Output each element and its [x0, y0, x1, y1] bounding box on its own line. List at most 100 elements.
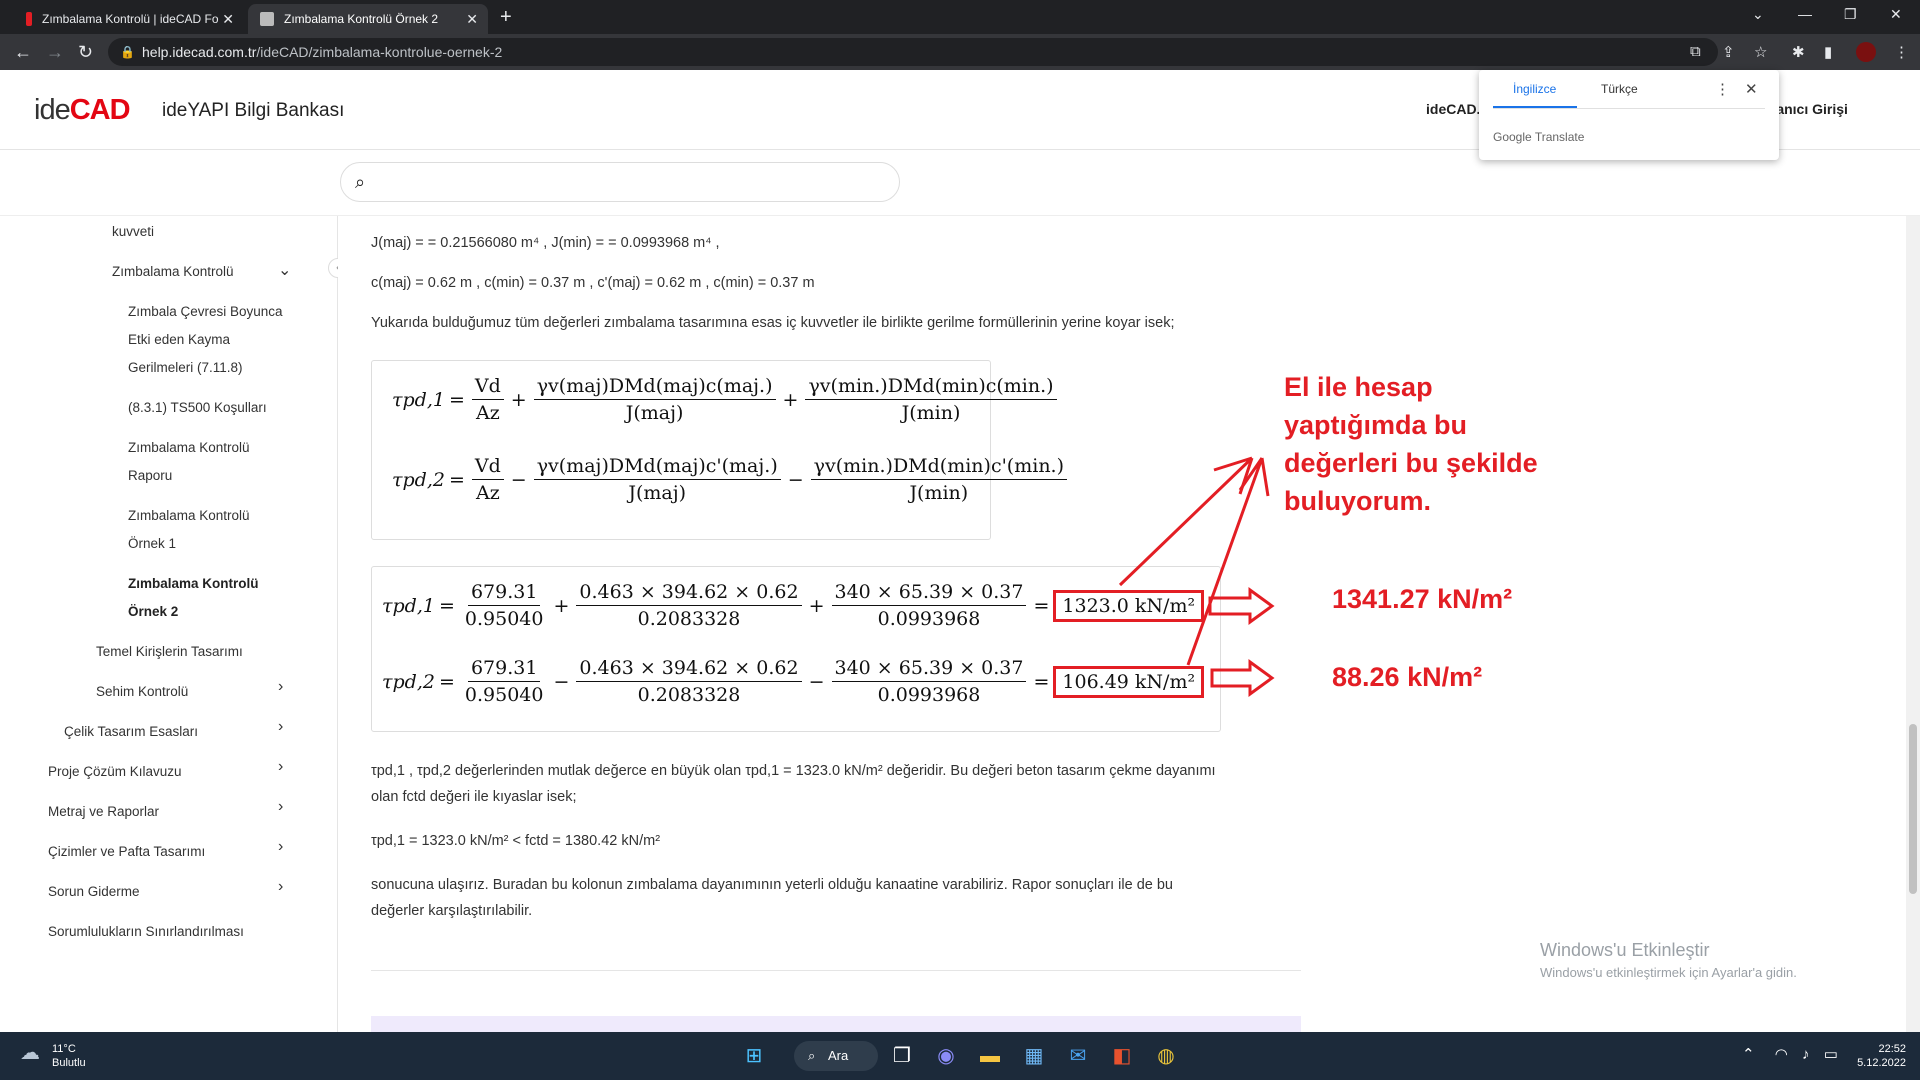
sidebar-item[interactable]: Zımbalama Kontrolü [128, 502, 250, 530]
bookmark-star-icon[interactable]: ☆ [1754, 43, 1767, 61]
sidebar-item-active[interactable]: Zımbalama Kontrolü [128, 570, 259, 598]
sidebar-item[interactable]: Sorumlulukların Sınırlandırılması [48, 918, 244, 946]
chrome-icon[interactable]: ◍ [1152, 1042, 1180, 1070]
idecad-logo[interactable]: ideCAD [34, 94, 131, 127]
scrollbar-thumb[interactable] [1909, 724, 1917, 894]
close-icon[interactable]: ✕ [1745, 80, 1758, 98]
back-icon[interactable]: ← [14, 42, 32, 63]
numeric-row-2: τpd,2 = 679.31 0.95040 − 0.463 × 394.62 ×… [382, 657, 1205, 706]
sidebar-item[interactable]: Çelik Tasarım Esasları [64, 718, 198, 746]
browser-tab-bar: Zımbalama Kontrolü | ideCAD Fo ✕ Zımbala… [0, 0, 1920, 34]
page-favicon-icon [260, 12, 274, 26]
num-d3: 0.0993968 [877, 608, 981, 630]
weather-temp: 11°C [52, 1043, 76, 1055]
chevron-down-icon[interactable]: ⌄ [278, 260, 291, 280]
chat-icon[interactable]: ◉ [932, 1042, 960, 1070]
weather-widget[interactable]: ☁ 11°C Bulutlu [20, 1042, 86, 1070]
sidebar-item[interactable]: Metraj ve Raporlar [48, 798, 159, 826]
sidebar-item[interactable]: Zımbalama Kontrolü [128, 434, 250, 462]
close-tab-icon[interactable]: ✕ [466, 11, 478, 28]
formula-lhs: τpd,2 [392, 468, 445, 491]
address-bar[interactable]: 🔒 help.idecad.com.tr/ideCAD/zimbalama-ko… [108, 38, 1718, 66]
page-scrollbar[interactable] [1906, 216, 1920, 1032]
sidebar-item[interactable]: Sorun Giderme [48, 878, 140, 906]
annotation-line: yaptığımda bu [1284, 410, 1468, 440]
sidebar-item[interactable]: Çizimler ve Pafta Tasarımı [48, 838, 205, 866]
formula-term2-den: J(maj) [628, 482, 687, 504]
sidebar-item-zimbalama[interactable]: Zımbalama Kontrolü [112, 258, 234, 286]
volume-icon[interactable]: ♪ [1802, 1046, 1810, 1063]
system-tray[interactable]: ⌃ ◠ ♪ ▭ [1742, 1045, 1838, 1063]
formula-lhs: τpd,2 [382, 670, 435, 693]
chevron-right-icon[interactable]: › [278, 798, 283, 816]
tab-forum[interactable]: Zımbalama Kontrolü | ideCAD Fo ✕ [14, 4, 244, 34]
annotation-line: buluyorum. [1284, 486, 1431, 516]
annotation-value-1: 1341.27 kN/m² [1332, 584, 1513, 614]
sidebar-item[interactable]: Gerilmeleri (7.11.8) [128, 354, 243, 382]
close-window-icon[interactable]: ✕ [1890, 6, 1902, 23]
formula-vd: Vd [471, 455, 504, 480]
store-icon[interactable]: ▦ [1020, 1042, 1048, 1070]
result-1-box: 1323.0 kN/m² [1053, 589, 1205, 622]
chevron-right-icon[interactable]: › [278, 878, 283, 896]
num-n3: 340 × 65.39 × 0.37 [831, 657, 1027, 682]
office-icon[interactable]: ◧ [1108, 1042, 1136, 1070]
translate-tab-turkish[interactable]: Türkçe [1601, 82, 1638, 96]
sidebar-item[interactable]: Sehim Kontrolü [96, 678, 188, 706]
wifi-icon[interactable]: ◠ [1775, 1046, 1788, 1063]
sidebar-item[interactable]: Zımbala Çevresi Boyunca [128, 298, 283, 326]
chevron-right-icon[interactable]: › [278, 838, 283, 856]
sidebar-item[interactable]: Etki eden Kayma [128, 326, 230, 354]
chevron-right-icon[interactable]: › [278, 678, 283, 696]
side-panel-icon[interactable]: ▮ [1824, 43, 1832, 61]
minimize-icon[interactable]: — [1798, 6, 1812, 22]
sidebar-item[interactable]: Proje Çözüm Kılavuzu [48, 758, 182, 786]
taskbar-search[interactable]: ⌕ Ara [794, 1041, 878, 1071]
close-tab-icon[interactable]: ✕ [222, 11, 234, 28]
sidebar-item[interactable]: kuvveti [112, 218, 154, 246]
tab-title: Zımbalama Kontrolü | ideCAD Fo [42, 12, 219, 26]
formula-term2-den: J(maj) [625, 402, 684, 424]
task-view-icon[interactable]: ❐ [888, 1042, 916, 1070]
num-n1: 679.31 [467, 657, 541, 682]
sidebar-item-active[interactable]: Örnek 2 [128, 598, 178, 626]
handwritten-annotation: El ile hesap yaptığımda bu değerleri bu … [1284, 368, 1538, 520]
compare-paragraph-line2: olan fctd değeri ile kıyaslar isek; [371, 789, 577, 805]
translate-options-icon[interactable]: ⋮ [1715, 80, 1730, 98]
extensions-icon[interactable]: ✱ [1792, 43, 1805, 61]
formula-term3-den: J(min) [909, 482, 969, 504]
tab-search-icon[interactable]: ⌄ [1752, 6, 1764, 23]
share-icon[interactable]: ⇪ [1722, 43, 1735, 61]
menu-dots-icon[interactable]: ⋮ [1894, 43, 1909, 61]
chevron-right-icon[interactable]: › [278, 758, 283, 776]
windows-start-icon[interactable]: ⊞ [740, 1042, 768, 1070]
chevron-up-icon[interactable]: ⌃ [1742, 1046, 1755, 1063]
tab-current[interactable]: Zımbalama Kontrolü Örnek 2 ✕ [248, 4, 488, 34]
url-path: /ideCAD/zimbalama-kontrolue-oernek-2 [256, 44, 503, 60]
clock[interactable]: 22:52 5.12.2022 [1856, 1042, 1906, 1070]
translate-tab-english[interactable]: İngilizce [1513, 82, 1556, 96]
new-tab-button[interactable]: + [500, 6, 512, 29]
sidebar-item[interactable]: Temel Kirişlerin Tasarımı [96, 638, 243, 666]
sidebar-item[interactable]: Raporu [128, 462, 172, 490]
mail-icon[interactable]: ✉ [1064, 1042, 1092, 1070]
reload-icon[interactable]: ↻ [78, 42, 93, 63]
windows-activation-watermark: Windows'u Etkinleştir Windows'u etkinleş… [1540, 940, 1797, 980]
profile-avatar[interactable] [1856, 42, 1876, 62]
num-n2: 0.463 × 394.62 × 0.62 [576, 581, 802, 606]
sidebar-item[interactable]: (8.3.1) TS500 Koşulları [128, 394, 267, 422]
search-input[interactable]: ⌕ [340, 162, 900, 202]
file-explorer-icon[interactable]: ▬ [976, 1042, 1004, 1070]
annotation-line: değerleri bu şekilde [1284, 448, 1538, 478]
num-d2: 0.2083328 [637, 684, 741, 706]
restore-icon[interactable]: ❐ [1844, 6, 1857, 23]
clock-time: 22:52 [1878, 1043, 1906, 1055]
sidebar-item[interactable]: Örnek 1 [128, 530, 176, 558]
formula-term3-den: J(min) [901, 402, 961, 424]
translate-popup: İngilizce Türkçe ⋮ ✕ Google Translate [1479, 70, 1779, 160]
chevron-right-icon[interactable]: › [278, 718, 283, 736]
forward-icon[interactable]: → [46, 42, 64, 63]
battery-icon[interactable]: ▭ [1824, 1046, 1838, 1063]
num-d3: 0.0993968 [877, 684, 981, 706]
translate-icon[interactable]: ⧉ [1690, 43, 1701, 60]
